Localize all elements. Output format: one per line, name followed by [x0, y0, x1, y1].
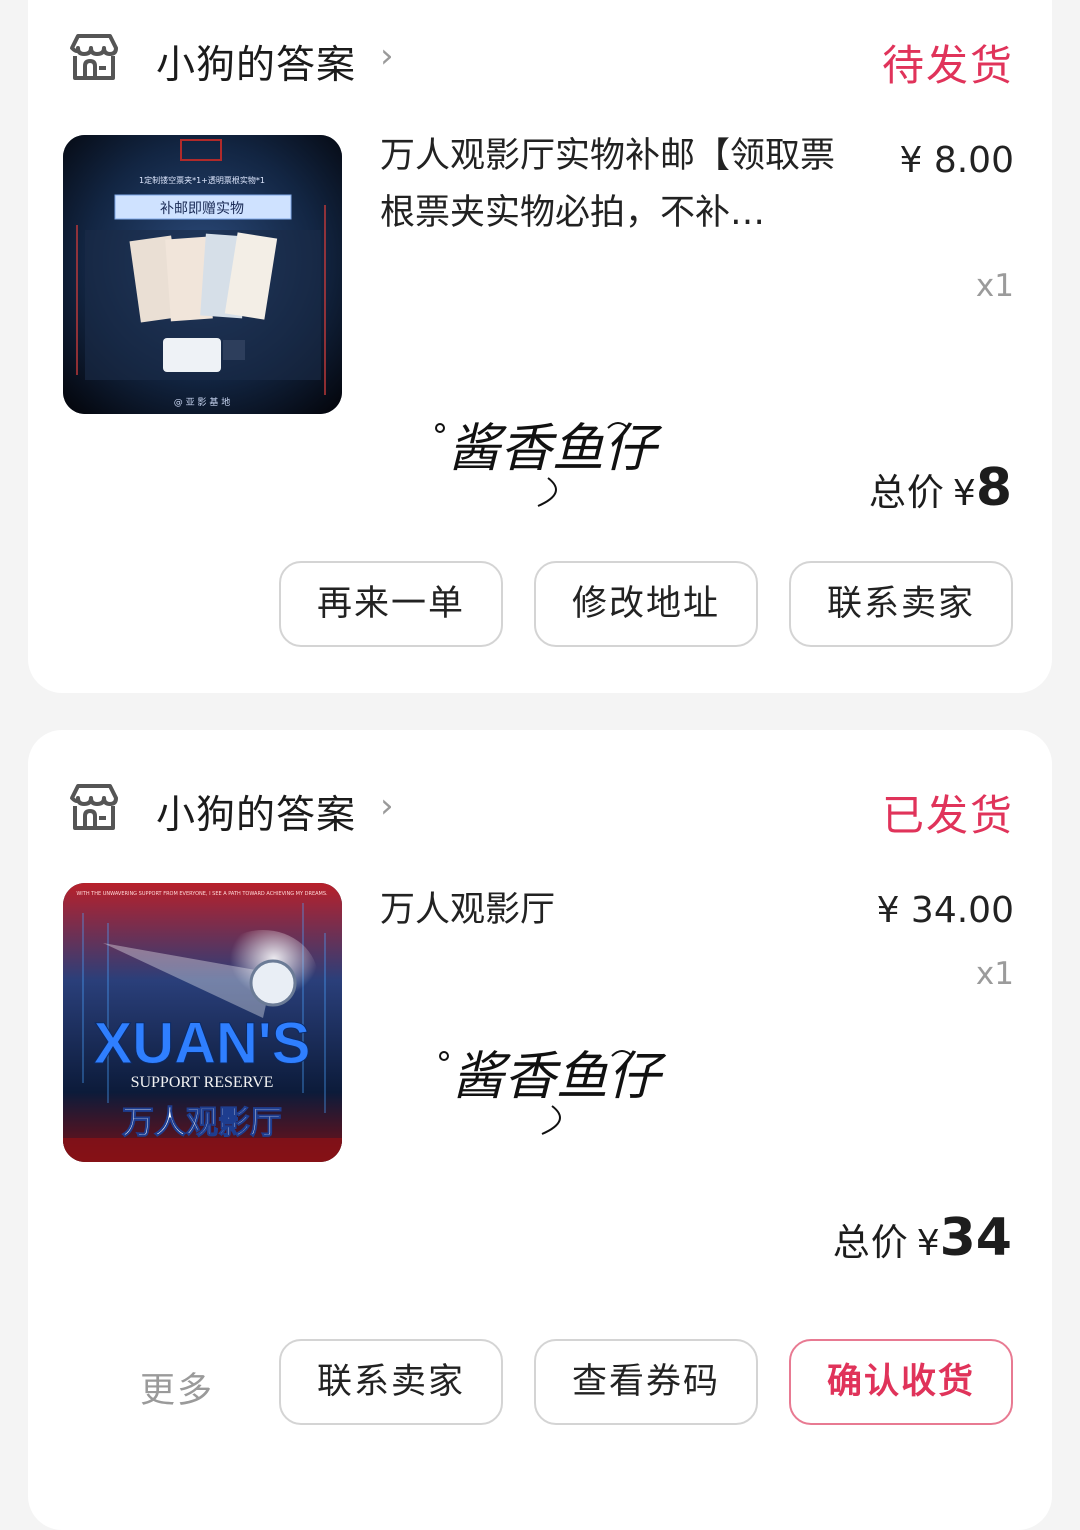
order-card[interactable]: 小狗的答案 › 已发货 WITH THE UNWAVERING SUPPORT … [28, 730, 1052, 1530]
view-voucher-code-button[interactable]: 查看券码 [534, 1339, 758, 1425]
total-currency: ¥ [952, 473, 976, 514]
total-label: 总价 [832, 1221, 909, 1264]
contact-seller-button[interactable]: 联系卖家 [789, 561, 1013, 647]
thumb-cn: 万人观影厅 [122, 1103, 282, 1141]
product-quantity: x1 [975, 956, 1014, 992]
watermark-text: 酱香鱼仔 [448, 419, 663, 479]
modify-address-button[interactable]: 修改地址 [534, 561, 758, 647]
contact-seller-button[interactable]: 联系卖家 [279, 1339, 503, 1425]
thumb-caption: WITH THE UNWAVERING SUPPORT FROM EVERYON… [76, 891, 328, 897]
chevron-right-icon[interactable]: › [380, 786, 394, 826]
order-status: 已发货 [881, 791, 1014, 840]
watermark: 酱香鱼仔 [439, 1047, 667, 1135]
thumb-footer: @ 亚 影 基 地 [174, 396, 230, 408]
watermark: 酱香鱼仔 [435, 419, 663, 507]
order-total: 总价 ¥34 [833, 1208, 1012, 1268]
total-label: 总价 [868, 471, 945, 514]
product-price: ¥ 34.00 [876, 890, 1014, 931]
total-amount: 8 [975, 458, 1012, 518]
thumb-line: 1定制镂空票夹*1+透明票根实物*1 [139, 175, 265, 185]
product-title[interactable]: 万人观影厅实物补邮【领取票根票夹实物必拍，不补… [380, 128, 860, 242]
shop-name[interactable]: 小狗的答案 [156, 34, 356, 90]
watermark-text: 酱香鱼仔 [452, 1047, 667, 1107]
order-total: 总价 ¥8 [869, 458, 1012, 518]
product-price: ¥ 8.00 [899, 140, 1014, 181]
shop-icon [70, 34, 118, 80]
product-title[interactable]: 万人观影厅 [380, 882, 860, 939]
more-button[interactable]: 更多 [140, 1362, 214, 1413]
product-image[interactable]: 1定制镂空票夹*1+透明票根实物*1 补邮即赠实物 @ 亚 影 基 地 [63, 135, 342, 414]
product-quantity: x1 [975, 268, 1014, 304]
chevron-right-icon[interactable]: › [380, 36, 394, 76]
total-currency: ¥ [916, 1223, 940, 1264]
thumb-sub: SUPPORT RESERVE [131, 1074, 274, 1091]
total-amount: 34 [939, 1208, 1012, 1268]
order-card[interactable]: 小狗的答案 › 待发货 1定制镂空票夹*1+透明票根实物*1 补邮即赠实物 @ … [28, 0, 1052, 693]
shop-name[interactable]: 小狗的答案 [156, 784, 356, 840]
confirm-receipt-button[interactable]: 确认收货 [789, 1339, 1013, 1425]
thumb-banner: 补邮即赠实物 [160, 201, 244, 217]
thumb-big: XUAN'S [94, 1011, 311, 1076]
product-image[interactable]: WITH THE UNWAVERING SUPPORT FROM EVERYON… [63, 883, 342, 1162]
reorder-button[interactable]: 再来一单 [279, 561, 503, 647]
shop-icon [70, 784, 118, 830]
order-status: 待发货 [881, 41, 1014, 90]
